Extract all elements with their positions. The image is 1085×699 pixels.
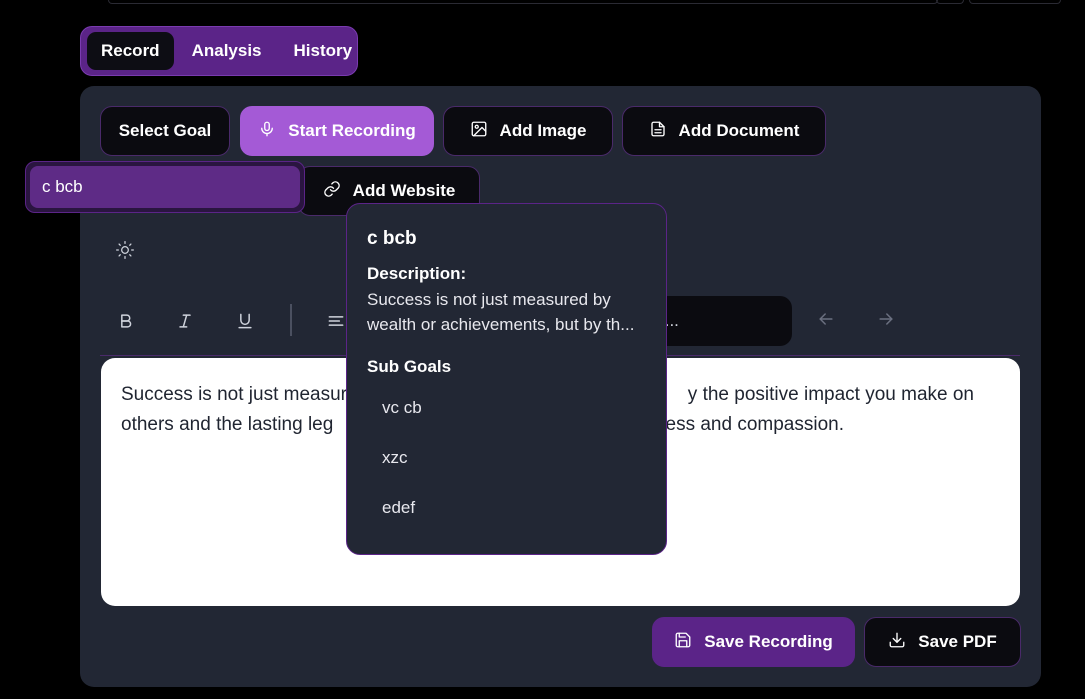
download-icon xyxy=(888,631,906,654)
start-recording-label: Start Recording xyxy=(288,121,416,140)
add-website-label: Add Website xyxy=(352,181,456,200)
popup-description-label: Description: xyxy=(367,264,467,283)
editor-line-1-right: y the positive impact you make on xyxy=(687,384,974,405)
top-bar-button-edge-2 xyxy=(969,0,1061,4)
goal-select-value: c bcb xyxy=(30,166,300,208)
tab-record[interactable]: Record xyxy=(87,32,174,70)
editor-line-2-right: ess and compassion. xyxy=(665,414,845,435)
select-goal-label: Select Goal xyxy=(118,121,212,140)
sun-icon[interactable] xyxy=(115,240,135,260)
arrow-left-icon[interactable] xyxy=(816,309,838,331)
arrow-right-icon[interactable] xyxy=(876,309,898,331)
editor-line-1-left: Success is not just measur xyxy=(121,384,347,405)
tab-history[interactable]: History xyxy=(280,32,367,70)
image-icon xyxy=(470,120,488,143)
add-document-button[interactable]: Add Document xyxy=(622,106,826,156)
microphone-icon xyxy=(258,120,276,143)
save-pdf-label: Save PDF xyxy=(918,632,997,651)
underline-icon[interactable] xyxy=(233,309,257,333)
mode-tabs: Record Analysis History xyxy=(80,26,358,76)
add-image-button[interactable]: Add Image xyxy=(443,106,613,156)
goal-details-popup: c bcb Description: Success is not just m… xyxy=(346,203,667,555)
add-document-label: Add Document xyxy=(678,121,800,140)
save-pdf-button[interactable]: Save PDF xyxy=(864,617,1021,667)
link-icon xyxy=(323,180,341,203)
align-left-icon[interactable] xyxy=(324,309,348,333)
goal-select-field[interactable]: c bcb xyxy=(25,161,305,213)
save-recording-button[interactable]: Save Recording xyxy=(652,617,855,667)
save-recording-label: Save Recording xyxy=(704,632,833,651)
popup-goal-title: c bcb xyxy=(367,228,417,249)
popup-sub-goals-label: Sub Goals xyxy=(367,357,452,376)
select-goal-button[interactable]: Select Goal xyxy=(100,106,230,156)
toolbar-divider xyxy=(290,304,292,336)
sub-goal-item[interactable]: vc cb xyxy=(367,383,646,433)
top-bar-edge xyxy=(108,0,938,4)
italic-icon[interactable] xyxy=(173,309,197,333)
document-icon xyxy=(649,120,667,143)
bold-icon[interactable] xyxy=(114,309,138,333)
page: Record Analysis History Select Goal Star… xyxy=(0,0,1085,699)
sub-goal-item[interactable]: edef xyxy=(367,483,646,533)
tab-analysis[interactable]: Analysis xyxy=(178,32,276,70)
sub-goal-item[interactable]: xzc xyxy=(367,433,646,483)
add-image-label: Add Image xyxy=(499,121,587,140)
top-bar-button-edge xyxy=(936,0,964,4)
popup-description: Success is not just measured by wealth o… xyxy=(367,290,635,334)
save-icon xyxy=(674,631,692,654)
start-recording-button[interactable]: Start Recording xyxy=(240,106,434,156)
editor-line-2-left: others and the lasting leg xyxy=(121,414,334,435)
